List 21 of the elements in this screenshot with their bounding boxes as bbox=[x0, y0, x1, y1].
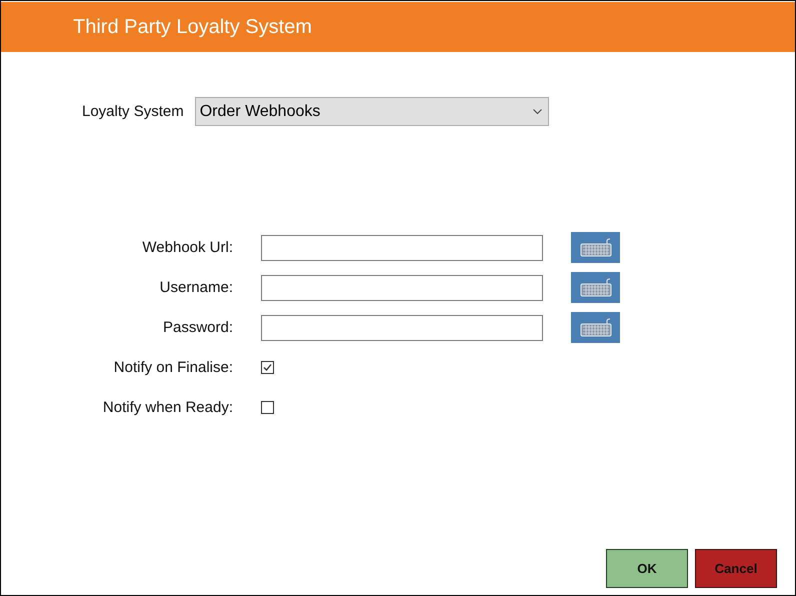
loyalty-system-label: Loyalty System bbox=[82, 103, 184, 120]
keyboard-icon bbox=[578, 318, 612, 338]
field-label: Notify when Ready: bbox=[102, 399, 233, 416]
checkbox[interactable] bbox=[261, 401, 274, 414]
chevron-down-icon bbox=[532, 108, 542, 114]
field-label: Webhook Url: bbox=[142, 239, 233, 256]
checkbox[interactable] bbox=[261, 361, 274, 374]
input-field[interactable] bbox=[261, 234, 543, 260]
loyalty-system-dropdown[interactable]: Order Webhooks bbox=[194, 97, 549, 126]
keyboard-button[interactable] bbox=[571, 232, 620, 263]
keyboard-button[interactable] bbox=[571, 312, 620, 343]
field-label: Password: bbox=[162, 319, 233, 336]
keyboard-icon bbox=[578, 238, 612, 258]
field-label: Notify on Finalise: bbox=[114, 359, 233, 376]
field-label: Username: bbox=[160, 279, 233, 296]
keyboard-icon bbox=[578, 278, 612, 298]
input-field[interactable] bbox=[261, 314, 543, 340]
keyboard-button[interactable] bbox=[571, 272, 620, 303]
input-field[interactable] bbox=[261, 274, 543, 300]
window-title: Third Party Loyalty System bbox=[73, 16, 312, 38]
ok-button[interactable]: OK bbox=[606, 549, 688, 588]
